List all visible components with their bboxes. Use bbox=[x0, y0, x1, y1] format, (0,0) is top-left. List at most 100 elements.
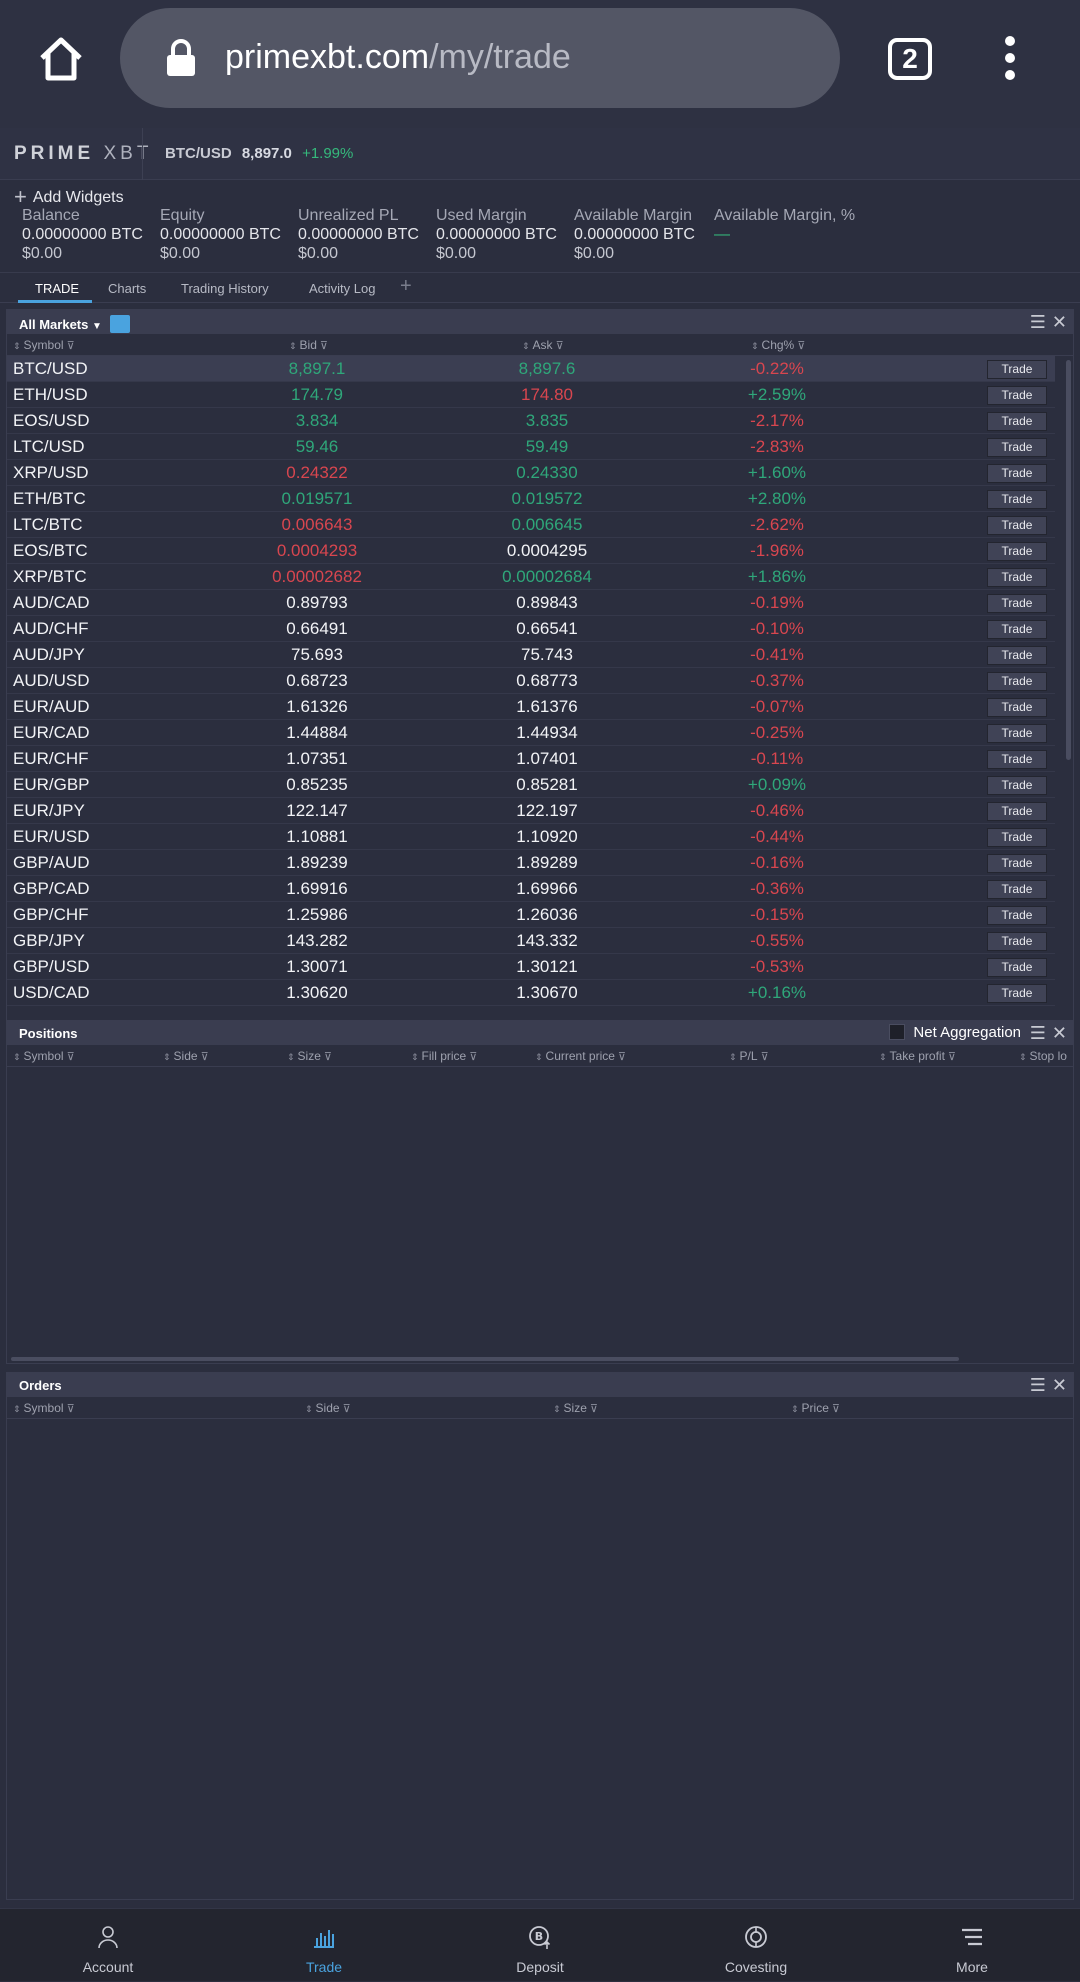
positions-col-take-profit[interactable]: ⇕ Take profit ⊽ bbox=[879, 1049, 956, 1063]
market-row[interactable]: EOS/USD 3.834 3.835 -2.17% Trade bbox=[7, 408, 1055, 434]
trade-button[interactable]: Trade bbox=[987, 568, 1047, 587]
close-icon[interactable]: ✕ bbox=[1052, 1375, 1067, 1395]
browser-menu-icon[interactable] bbox=[1002, 36, 1018, 80]
trade-button[interactable]: Trade bbox=[987, 646, 1047, 665]
market-row[interactable]: EUR/AUD 1.61326 1.61376 -0.07% Trade bbox=[7, 694, 1055, 720]
tab-activity-log[interactable]: Activity Log bbox=[309, 281, 375, 296]
trade-button[interactable]: Trade bbox=[987, 854, 1047, 873]
ticker[interactable]: BTC/USD 8,897.0 +1.99% bbox=[165, 145, 353, 162]
market-row[interactable]: EUR/USD 1.10881 1.10920 -0.44% Trade bbox=[7, 824, 1055, 850]
orders-col-symbol[interactable]: ⇕ Symbol ⊽ bbox=[13, 1401, 75, 1415]
trade-button[interactable]: Trade bbox=[987, 880, 1047, 899]
all-markets-dropdown[interactable]: All Markets ▼ bbox=[19, 315, 130, 333]
trade-button[interactable]: Trade bbox=[987, 802, 1047, 821]
col-bid[interactable]: ⇕ Bid ⊽ bbox=[289, 338, 328, 352]
market-row[interactable]: AUD/CHF 0.66491 0.66541 -0.10% Trade bbox=[7, 616, 1055, 642]
market-row[interactable]: EOS/BTC 0.0004293 0.0004295 -1.96% Trade bbox=[7, 538, 1055, 564]
market-ask: 0.89843 bbox=[516, 593, 578, 612]
tab-trade[interactable]: TRADE bbox=[35, 281, 79, 296]
markets-settings-icon[interactable] bbox=[109, 315, 130, 333]
orders-col-price[interactable]: ⇕ Price ⊽ bbox=[791, 1401, 840, 1415]
market-row[interactable]: EUR/JPY 122.147 122.197 -0.46% Trade bbox=[7, 798, 1055, 824]
orders-col-side[interactable]: ⇕ Side ⊽ bbox=[305, 1401, 351, 1415]
trade-button[interactable]: Trade bbox=[987, 698, 1047, 717]
hamburger-icon[interactable]: ☰ bbox=[1030, 1375, 1046, 1395]
market-symbol: EUR/CHF bbox=[13, 749, 89, 768]
market-row[interactable]: ETH/BTC 0.019571 0.019572 +2.80% Trade bbox=[7, 486, 1055, 512]
trade-button[interactable]: Trade bbox=[987, 724, 1047, 743]
trade-button[interactable]: Trade bbox=[987, 386, 1047, 405]
market-bid: 1.61326 bbox=[286, 697, 348, 716]
trade-button[interactable]: Trade bbox=[987, 464, 1047, 483]
address-bar[interactable]: primexbt.com/my/trade bbox=[120, 8, 840, 108]
market-row[interactable]: EUR/CAD 1.44884 1.44934 -0.25% Trade bbox=[7, 720, 1055, 746]
market-row[interactable]: GBP/JPY 143.282 143.332 -0.55% Trade bbox=[7, 928, 1055, 954]
trade-button[interactable]: Trade bbox=[987, 620, 1047, 639]
tab-charts[interactable]: Charts bbox=[108, 281, 146, 296]
filter-icon: ⊽ bbox=[469, 1051, 478, 1063]
positions-horizontal-scrollbar[interactable] bbox=[11, 1357, 959, 1361]
trade-button[interactable]: Trade bbox=[987, 490, 1047, 509]
market-row[interactable]: BTC/USD 8,897.1 8,897.6 -0.22% Trade bbox=[7, 356, 1055, 382]
positions-col-stop-lo[interactable]: ⇕ Stop lo bbox=[1019, 1049, 1067, 1063]
trade-button[interactable]: Trade bbox=[987, 672, 1047, 691]
close-icon[interactable]: ✕ bbox=[1052, 312, 1067, 332]
market-row[interactable]: USD/CAD 1.30620 1.30670 +0.16% Trade bbox=[7, 980, 1055, 1006]
trade-button[interactable]: Trade bbox=[987, 438, 1047, 457]
hamburger-icon[interactable]: ☰ bbox=[1030, 1023, 1046, 1043]
market-row[interactable]: EUR/CHF 1.07351 1.07401 -0.11% Trade bbox=[7, 746, 1055, 772]
market-row[interactable]: EUR/GBP 0.85235 0.85281 +0.09% Trade bbox=[7, 772, 1055, 798]
market-row[interactable]: AUD/CAD 0.89793 0.89843 -0.19% Trade bbox=[7, 590, 1055, 616]
trade-button[interactable]: Trade bbox=[987, 516, 1047, 535]
market-row[interactable]: GBP/USD 1.30071 1.30121 -0.53% Trade bbox=[7, 954, 1055, 980]
trade-button[interactable]: Trade bbox=[987, 750, 1047, 769]
market-row[interactable]: ETH/USD 174.79 174.80 +2.59% Trade bbox=[7, 382, 1055, 408]
tab-trading-history[interactable]: Trading History bbox=[181, 281, 269, 296]
market-row[interactable]: LTC/BTC 0.006643 0.006645 -2.62% Trade bbox=[7, 512, 1055, 538]
nav-more[interactable]: More bbox=[864, 1909, 1080, 1982]
net-aggregation-toggle[interactable]: Net Aggregation bbox=[889, 1024, 1021, 1041]
filter-icon: ⊽ bbox=[66, 1403, 75, 1415]
market-row[interactable]: XRP/BTC 0.00002682 0.00002684 +1.86% Trade bbox=[7, 564, 1055, 590]
positions-col-current-price[interactable]: ⇕ Current price ⊽ bbox=[535, 1049, 626, 1063]
positions-col-fill-price[interactable]: ⇕ Fill price ⊽ bbox=[411, 1049, 477, 1063]
positions-col-side[interactable]: ⇕ Side ⊽ bbox=[163, 1049, 209, 1063]
market-row[interactable]: LTC/USD 59.46 59.49 -2.83% Trade bbox=[7, 434, 1055, 460]
trade-button[interactable]: Trade bbox=[987, 412, 1047, 431]
col-symbol[interactable]: ⇕ Symbol ⊽ bbox=[13, 338, 75, 352]
col-chg[interactable]: ⇕ Chg% ⊽ bbox=[751, 338, 805, 352]
market-symbol: AUD/CHF bbox=[13, 619, 89, 638]
market-row[interactable]: AUD/JPY 75.693 75.743 -0.41% Trade bbox=[7, 642, 1055, 668]
trade-button[interactable]: Trade bbox=[987, 932, 1047, 951]
trade-button[interactable]: Trade bbox=[987, 594, 1047, 613]
nav-trade[interactable]: Trade bbox=[216, 1909, 432, 1982]
close-icon[interactable]: ✕ bbox=[1052, 1023, 1067, 1043]
trade-button[interactable]: Trade bbox=[987, 360, 1047, 379]
trade-button[interactable]: Trade bbox=[987, 828, 1047, 847]
positions-col-size[interactable]: ⇕ Size ⊽ bbox=[287, 1049, 332, 1063]
market-row[interactable]: GBP/CHF 1.25986 1.26036 -0.15% Trade bbox=[7, 902, 1055, 928]
nav-deposit[interactable]: B Deposit bbox=[432, 1909, 648, 1982]
markets-scrollbar[interactable] bbox=[1066, 360, 1071, 760]
nav-covesting[interactable]: Covesting bbox=[648, 1909, 864, 1982]
positions-col-p-l[interactable]: ⇕ P/L ⊽ bbox=[729, 1049, 769, 1063]
add-tab-icon[interactable]: + bbox=[400, 275, 412, 298]
trade-button[interactable]: Trade bbox=[987, 776, 1047, 795]
trade-button[interactable]: Trade bbox=[987, 958, 1047, 977]
hamburger-icon[interactable]: ☰ bbox=[1030, 312, 1046, 332]
orders-col-size[interactable]: ⇕ Size ⊽ bbox=[553, 1401, 598, 1415]
market-row[interactable]: GBP/CAD 1.69916 1.69966 -0.36% Trade bbox=[7, 876, 1055, 902]
market-row[interactable]: AUD/USD 0.68723 0.68773 -0.37% Trade bbox=[7, 668, 1055, 694]
market-row[interactable]: XRP/USD 0.24322 0.24330 +1.60% Trade bbox=[7, 460, 1055, 486]
nav-account[interactable]: Account bbox=[0, 1909, 216, 1982]
trade-button[interactable]: Trade bbox=[987, 984, 1047, 1003]
col-ask[interactable]: ⇕ Ask ⊽ bbox=[522, 338, 564, 352]
home-icon[interactable] bbox=[36, 34, 86, 84]
trade-button[interactable]: Trade bbox=[987, 542, 1047, 561]
trade-button[interactable]: Trade bbox=[987, 906, 1047, 925]
market-row[interactable]: GBP/AUD 1.89239 1.89289 -0.16% Trade bbox=[7, 850, 1055, 876]
positions-col-symbol[interactable]: ⇕ Symbol ⊽ bbox=[13, 1049, 75, 1063]
metric-3: Used Margin 0.00000000 BTC $0.00 bbox=[436, 206, 557, 263]
tab-switcher-button[interactable]: 2 bbox=[888, 38, 932, 80]
net-aggregation-checkbox[interactable] bbox=[889, 1024, 906, 1040]
